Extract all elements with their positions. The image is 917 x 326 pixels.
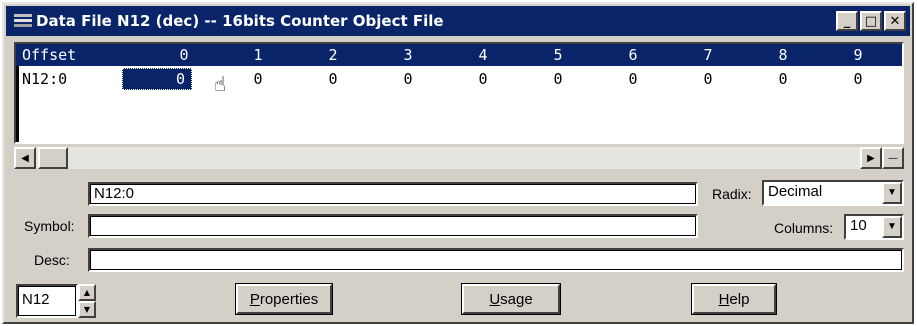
column-header-9[interactable]: 9 <box>838 44 878 66</box>
usage-label: sage <box>500 290 533 308</box>
data-cell-0[interactable]: 0 <box>122 68 192 90</box>
data-cell-5[interactable]: 0 <box>538 68 578 90</box>
data-file-window: Data File N12 (dec) -- 16bits Counter Ob… <box>2 2 914 324</box>
properties-label: roperties <box>259 290 319 308</box>
radix-select[interactable]: Decimal ▼ <box>762 180 904 206</box>
usage-button[interactable]: Usage <box>461 283 561 315</box>
data-cell-6[interactable]: 0 <box>613 68 653 90</box>
hand-cursor-icon: ☝ <box>214 72 227 96</box>
column-header-6[interactable]: 6 <box>613 44 653 66</box>
horizontal-scrollbar[interactable]: ◀ ▶ — <box>14 147 904 169</box>
radix-value: Decimal <box>768 183 823 200</box>
address-field[interactable]: N12:0 <box>88 182 698 206</box>
grid-header: Offset 0 1 2 3 4 5 6 7 8 9 <box>16 44 902 66</box>
help-button[interactable]: Help <box>691 283 777 315</box>
data-cell-7[interactable]: 0 <box>688 68 728 90</box>
scroll-left-arrow-icon[interactable]: ◀ <box>14 147 36 169</box>
file-selector-field[interactable]: N12 <box>16 284 78 318</box>
maximize-button[interactable]: □ <box>860 11 882 31</box>
data-cell-8[interactable]: 0 <box>763 68 803 90</box>
columns-label: Columns: <box>774 220 834 236</box>
file-selector-spinner[interactable]: ▲ ▼ <box>78 284 96 318</box>
data-grid: Offset 0 1 2 3 4 5 6 7 8 9 N12:0 0 0 0 0… <box>14 42 904 144</box>
columns-select[interactable]: 10 ▼ <box>844 214 904 240</box>
table-row: N12:0 0 0 0 0 0 0 0 0 0 0 ☝ <box>16 68 902 96</box>
properties-button[interactable]: Properties <box>235 283 333 315</box>
close-button[interactable]: ✕ <box>884 11 906 31</box>
chevron-down-icon[interactable]: ▼ <box>882 216 902 238</box>
properties-accel: P <box>249 290 260 308</box>
column-header-7[interactable]: 7 <box>688 44 728 66</box>
data-cell-3[interactable]: 0 <box>388 68 428 90</box>
row-label[interactable]: N12:0 <box>22 68 67 90</box>
radix-label: Radix: <box>712 186 752 202</box>
desc-field[interactable] <box>88 248 904 272</box>
column-header-5[interactable]: 5 <box>538 44 578 66</box>
offset-header: Offset <box>22 46 77 64</box>
column-header-0[interactable]: 0 <box>164 44 204 66</box>
symbol-label: Symbol: <box>24 218 75 234</box>
columns-value: 10 <box>850 217 867 234</box>
scroll-thumb[interactable] <box>38 147 68 169</box>
data-cell-1[interactable]: 0 <box>238 68 278 90</box>
spin-up-icon[interactable]: ▲ <box>78 284 96 301</box>
column-header-1[interactable]: 1 <box>238 44 278 66</box>
collapse-button[interactable]: — <box>882 147 904 169</box>
column-header-4[interactable]: 4 <box>463 44 503 66</box>
data-cell-9[interactable]: 0 <box>838 68 878 90</box>
desc-label: Desc: <box>34 252 70 268</box>
title-bar[interactable]: Data File N12 (dec) -- 16bits Counter Ob… <box>6 6 910 36</box>
column-header-3[interactable]: 3 <box>388 44 428 66</box>
spin-down-icon[interactable]: ▼ <box>78 301 96 318</box>
scroll-right-arrow-icon[interactable]: ▶ <box>860 147 882 169</box>
chevron-down-icon[interactable]: ▼ <box>882 182 902 204</box>
data-file-icon <box>14 13 32 29</box>
minimize-button[interactable]: _ <box>836 11 858 31</box>
symbol-field[interactable] <box>88 214 698 238</box>
help-label: elp <box>729 290 750 308</box>
window-title: Data File N12 (dec) -- 16bits Counter Ob… <box>36 12 444 30</box>
column-header-2[interactable]: 2 <box>313 44 353 66</box>
help-accel: H <box>718 290 730 308</box>
data-cell-2[interactable]: 0 <box>313 68 353 90</box>
column-header-8[interactable]: 8 <box>763 44 803 66</box>
usage-accel: U <box>489 290 501 308</box>
data-cell-4[interactable]: 0 <box>463 68 503 90</box>
